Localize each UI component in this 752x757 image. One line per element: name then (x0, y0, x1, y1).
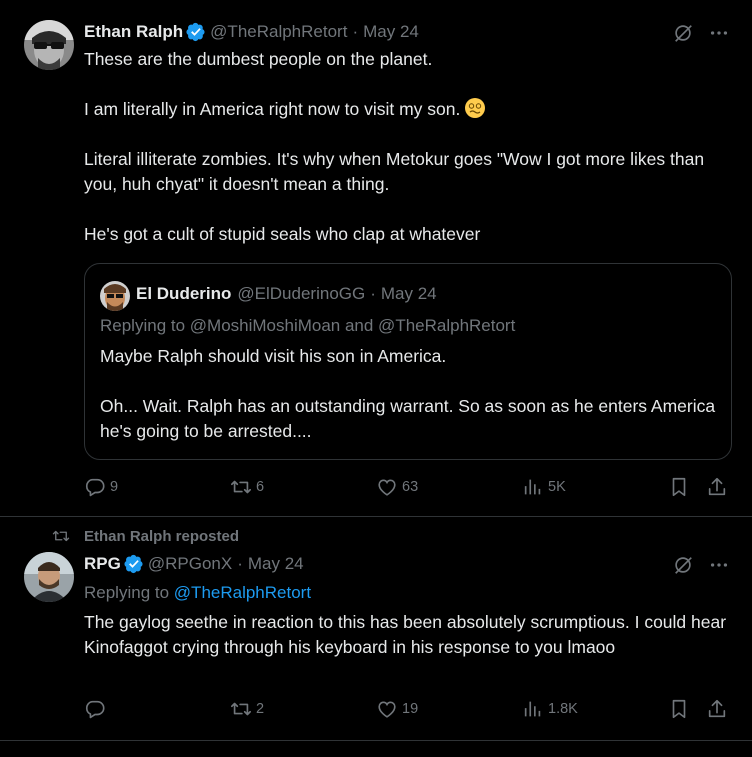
share-button[interactable] (706, 476, 732, 498)
tweet-text: These are the dumbest people on the plan… (84, 47, 734, 247)
repost-banner-text: Ethan Ralph reposted (84, 527, 240, 545)
repost-count: 6 (256, 479, 265, 495)
grok-icon[interactable] (672, 22, 694, 44)
repost-icon (230, 698, 252, 720)
tweet-header: Ethan Ralph @TheRalphRetort · May 24 (84, 22, 419, 42)
quote-line: Maybe Ralph should visit his son in Amer… (100, 346, 447, 366)
tweet-line-with-emoji: I am literally in America right now to v… (84, 97, 734, 122)
like-button[interactable]: 63 (376, 476, 418, 498)
repost-button[interactable]: 2 (230, 698, 264, 720)
quoted-tweet[interactable]: El Duderino @ElDuderinoGG · May 24 Reply… (84, 263, 732, 460)
quote-avatar[interactable] (100, 281, 130, 311)
tweet-line: Literal illiterate zombies. It's why whe… (84, 149, 705, 194)
tweet-line: I am literally in America right now to v… (84, 99, 461, 119)
more-icon[interactable] (708, 554, 730, 576)
like-count: 19 (402, 701, 419, 717)
verified-badge-icon (124, 554, 144, 574)
share-icon (706, 476, 728, 498)
reply-icon (84, 476, 106, 498)
avatar[interactable] (24, 20, 74, 70)
tweet-ethan-ralph[interactable]: Ethan Ralph @TheRalphRetort · May 24 The… (0, 0, 752, 517)
quote-author-name[interactable]: El Duderino (136, 284, 231, 304)
tweet-action-bar: 2 19 1.8K (84, 698, 734, 728)
like-icon (376, 698, 398, 720)
reply-button[interactable] (84, 698, 110, 720)
author-name[interactable]: RPG (84, 554, 121, 574)
tweet-line: These are the dumbest people on the plan… (84, 49, 433, 69)
view-count: 1.8K (548, 701, 578, 717)
reply-count: 9 (110, 479, 119, 495)
tweet-date[interactable]: May 24 (248, 554, 304, 574)
more-icon[interactable] (708, 22, 730, 44)
separator-dot: · (352, 22, 359, 41)
bookmark-button[interactable] (668, 476, 694, 498)
repost-button[interactable]: 6 (230, 476, 264, 498)
tweet-top-actions (672, 554, 730, 576)
share-button[interactable] (706, 698, 732, 720)
woozy-face-emoji (465, 98, 486, 118)
tweet-action-bar: 9 6 63 5K (84, 476, 734, 506)
quote-line: Oh... Wait. Ralph has an outstanding war… (100, 396, 716, 441)
separator-dot: · (370, 284, 376, 303)
tweet-text: The gaylog seethe in reaction to this ha… (84, 610, 734, 660)
verified-badge-icon (186, 22, 206, 42)
like-count: 63 (402, 479, 419, 495)
bookmark-icon (668, 476, 690, 498)
author-handle[interactable]: @RPGonX (148, 554, 232, 574)
repost-count: 2 (256, 701, 265, 717)
replying-to: Replying to @TheRalphRetort (84, 583, 311, 603)
reply-icon (84, 698, 106, 720)
quote-header: El Duderino @ElDuderinoGG · May 24 (136, 284, 437, 304)
bookmark-button[interactable] (668, 698, 694, 720)
author-handle[interactable]: @TheRalphRetort (210, 22, 347, 42)
repost-icon (52, 527, 70, 545)
separator-dot: · (237, 554, 243, 573)
views-icon (522, 698, 544, 720)
tweet-line: He's got a cult of stupid seals who clap… (84, 224, 481, 244)
tweet-date[interactable]: May 24 (363, 22, 419, 42)
tweet-rpg[interactable]: Ethan Ralph reposted RPG @RPGonX · May 2… (0, 517, 752, 741)
quote-replying-to: Replying to @MoshiMoshiMoan and @TheRalp… (100, 316, 516, 335)
tweet-line: The gaylog seethe in reaction to this ha… (84, 612, 727, 657)
avatar[interactable] (24, 552, 74, 602)
like-icon (376, 476, 398, 498)
views-button[interactable]: 1.8K (522, 698, 578, 720)
grok-icon[interactable] (672, 554, 694, 576)
views-icon (522, 476, 544, 498)
repost-icon (230, 476, 252, 498)
repost-banner[interactable]: Ethan Ralph reposted (52, 527, 239, 545)
quote-text: Maybe Ralph should visit his son in Amer… (100, 344, 720, 444)
views-button[interactable]: 5K (522, 476, 566, 498)
bookmark-icon (668, 698, 690, 720)
quote-author-handle[interactable]: @ElDuderinoGG (237, 284, 365, 304)
replying-prefix: Replying to (84, 583, 170, 602)
reply-button[interactable]: 9 (84, 476, 118, 498)
replying-mention-link[interactable]: @TheRalphRetort (174, 583, 311, 602)
like-button[interactable]: 19 (376, 698, 418, 720)
tweet-top-actions (672, 22, 730, 44)
view-count: 5K (548, 479, 566, 495)
quote-date[interactable]: May 24 (381, 284, 437, 304)
tweet-header: RPG @RPGonX · May 24 (84, 554, 304, 574)
share-icon (706, 698, 728, 720)
author-name[interactable]: Ethan Ralph (84, 22, 183, 42)
